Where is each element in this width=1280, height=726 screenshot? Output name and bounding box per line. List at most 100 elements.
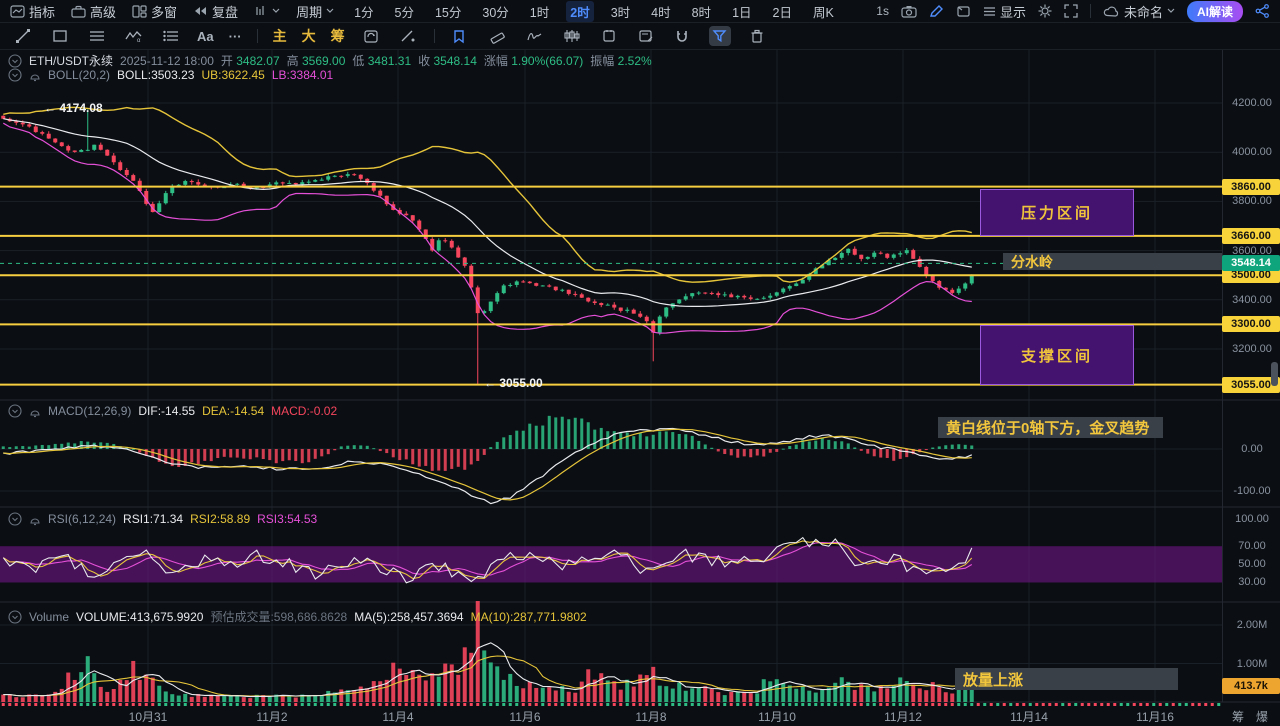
camera-icon[interactable]	[901, 5, 917, 18]
menu-replay[interactable]: 复盘	[193, 2, 238, 21]
text-tool[interactable]: Aa	[197, 29, 214, 44]
main-chart-button[interactable]: 主	[273, 26, 287, 46]
low-value: 3481.31	[368, 54, 411, 68]
add-window-icon[interactable]	[956, 5, 971, 18]
volume-profile-dropdown[interactable]	[254, 5, 280, 17]
volume-ma5: MA(5):258,457.3694	[354, 610, 463, 624]
horizontal-lines-tool[interactable]	[86, 26, 108, 46]
timeframe-15分[interactable]: 15分	[431, 1, 465, 22]
alert-icon[interactable]	[29, 69, 41, 82]
menu-lines-icon	[983, 6, 996, 17]
topbar-right: 1s 显示 未命名 AI解读	[876, 1, 1270, 22]
pressure-zone-box[interactable]: 压力区间	[980, 189, 1134, 236]
candle-pattern-tool[interactable]	[561, 26, 583, 46]
burst-corner-button[interactable]: 爆	[1256, 708, 1268, 725]
volume-tick: 1.00M	[1224, 658, 1280, 670]
timeframe-3时[interactable]: 3时	[607, 1, 634, 22]
big-chart-button[interactable]: 大	[302, 26, 316, 46]
price-tick: 3200.00	[1224, 343, 1280, 355]
gear-icon[interactable]	[1038, 4, 1052, 18]
support-zone-box[interactable]: 支撑区间	[980, 325, 1134, 385]
timeframe-1时[interactable]: 1时	[526, 1, 553, 22]
timeframe-4时[interactable]: 4时	[647, 1, 674, 22]
timeframe-2日[interactable]: 2日	[769, 1, 796, 22]
change-value: 1.90%(66.07)	[511, 54, 583, 68]
boll-name[interactable]: BOLL(20,2)	[48, 68, 110, 82]
collapse-icon[interactable]	[8, 68, 22, 82]
refresh-interval: 1s	[876, 4, 889, 18]
rectangle-tool[interactable]	[49, 26, 71, 46]
trendline-tool[interactable]	[12, 26, 34, 46]
boll-lb: LB:3384.01	[272, 68, 333, 82]
menu-multi-window[interactable]: 多窗	[132, 2, 177, 21]
price-tag-tool[interactable]	[450, 26, 472, 46]
timeframe-1分[interactable]: 1分	[350, 1, 377, 22]
signature-tool[interactable]	[524, 26, 546, 46]
period-dropdown[interactable]: 周期	[296, 2, 334, 21]
volume-note[interactable]: 放量上涨	[955, 668, 1178, 690]
level-badge: 3860.00	[1222, 179, 1280, 195]
chips-corner-button[interactable]: 筹	[1232, 708, 1244, 725]
symbol-name[interactable]: ETH/USDT永续	[29, 52, 113, 69]
lines-dots-tool[interactable]	[160, 26, 182, 46]
level-badge: 3660.00	[1222, 228, 1280, 244]
timeframe-5分[interactable]: 5分	[391, 1, 418, 22]
svg-text:α: α	[137, 38, 141, 43]
collapse-icon[interactable]	[8, 404, 22, 418]
macd-tick: 0.00	[1224, 443, 1280, 455]
collapse-icon[interactable]	[8, 54, 22, 68]
alert-icon[interactable]	[29, 405, 41, 418]
pen-dot-tool[interactable]	[397, 26, 419, 46]
trash-tool[interactable]	[746, 26, 768, 46]
box-tool[interactable]	[598, 26, 620, 46]
rsi-legend: RSI(6,12,24) RSI1:71.34 RSI2:58.89 RSI3:…	[8, 512, 317, 526]
timeframe-1日[interactable]: 1日	[728, 1, 755, 22]
macd-name[interactable]: MACD(12,26,9)	[48, 404, 131, 418]
menu-indicators[interactable]: 指标	[10, 2, 55, 21]
collapse-icon[interactable]	[8, 512, 22, 526]
menu-advanced[interactable]: 高级	[71, 2, 116, 21]
wave-tool[interactable]: α	[123, 26, 145, 46]
rsi-name[interactable]: RSI(6,12,24)	[48, 512, 116, 526]
macd-note[interactable]: 黄白线位于0轴下方，金叉趋势	[938, 417, 1163, 438]
main-legend: ETH/USDT永续 2025-11-12 18:00 开 3482.07 高 …	[8, 52, 652, 69]
top-toolbar: 指标 高级 多窗 复盘 周期 1分5分15分30分1时2	[0, 0, 1280, 23]
display-menu[interactable]: 显示	[983, 2, 1026, 21]
chips-button[interactable]: 筹	[331, 26, 345, 46]
price-tick: 3400.00	[1224, 294, 1280, 306]
timeframe-8时[interactable]: 8时	[688, 1, 715, 22]
watershed-label[interactable]: 分水岭	[1003, 253, 1222, 270]
panel-collapse-handle[interactable]	[1271, 362, 1278, 386]
filter-tool-active[interactable]	[709, 26, 731, 46]
timeframe-周K[interactable]: 周K	[809, 1, 838, 22]
layout-name-dropdown[interactable]: 未命名	[1103, 2, 1175, 21]
cloud-icon	[1103, 5, 1120, 17]
date-label: 11月10	[758, 708, 796, 725]
volume-value: VOLUME:413,675.9920	[76, 610, 203, 624]
rsi1-value: RSI1:71.34	[123, 512, 183, 526]
rsi2-value: RSI2:58.89	[190, 512, 250, 526]
refresh-compare-tool[interactable]	[360, 26, 382, 46]
edit-pen-icon[interactable]	[929, 4, 944, 18]
share-icon[interactable]	[1255, 4, 1270, 18]
high-price-marker: ← 4174.08	[44, 101, 103, 115]
price-tick: 4000.00	[1224, 146, 1280, 158]
magnet-tool[interactable]	[672, 26, 694, 46]
more-tools[interactable]: ···	[229, 29, 242, 44]
divider	[257, 29, 258, 43]
timeframe-2时[interactable]: 2时	[566, 1, 593, 22]
volume-name[interactable]: Volume	[29, 610, 69, 624]
ai-explain-button[interactable]: AI解读	[1187, 1, 1243, 22]
volume-legend: Volume VOLUME:413,675.9920 预估成交量:598,686…	[8, 608, 587, 625]
open-value: 3482.07	[236, 54, 279, 68]
alert-icon[interactable]	[29, 513, 41, 526]
collapse-icon[interactable]	[8, 610, 22, 624]
fullscreen-icon[interactable]	[1064, 4, 1078, 18]
rsi-tick: 100.00	[1224, 513, 1280, 525]
note-tool[interactable]	[635, 26, 657, 46]
boll-ub: UB:3622.45	[201, 68, 264, 82]
ruler-tool[interactable]	[487, 26, 509, 46]
timeframe-30分[interactable]: 30分	[478, 1, 512, 22]
volume-estimate: 预估成交量:598,686.8628	[210, 608, 347, 625]
rsi-tick: 70.00	[1224, 540, 1280, 552]
